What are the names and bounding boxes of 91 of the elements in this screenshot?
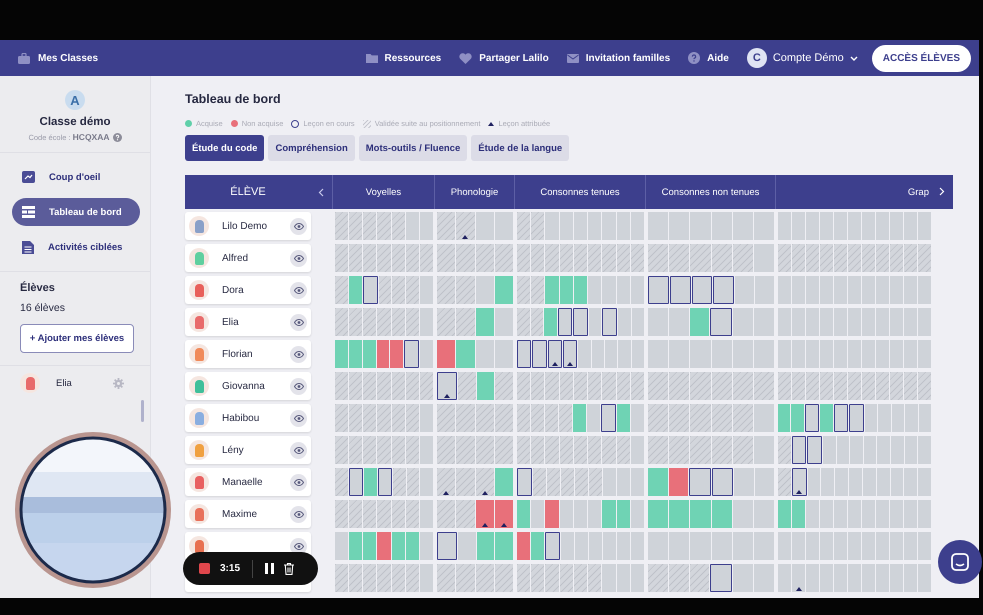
mail-icon	[566, 54, 579, 62]
my-classes-link[interactable]: Mes Classes	[18, 52, 98, 64]
pause-icon[interactable]	[265, 563, 274, 574]
view-icon[interactable]	[290, 442, 307, 458]
heart-icon	[459, 52, 472, 64]
legend-icon	[230, 120, 238, 127]
student-avatar	[189, 312, 209, 332]
tab[interactable]: Mots-outils / Fluence	[358, 135, 468, 161]
student-avatar	[189, 344, 209, 364]
caret-icon	[850, 56, 858, 60]
legend-icon	[291, 120, 300, 128]
student-avatar	[189, 504, 209, 524]
next-icon[interactable]	[939, 187, 945, 196]
chat-icon	[951, 553, 969, 571]
add-students-button[interactable]: + Ajouter mes élèves	[20, 324, 134, 353]
document-icon	[22, 240, 34, 254]
sidebar-item[interactable]: Tableau de bord	[12, 198, 140, 226]
tab[interactable]: Étude du code	[185, 135, 264, 161]
nav-link[interactable]: Aide	[688, 52, 729, 64]
chart-icon	[22, 171, 35, 183]
dashboard-icon	[22, 206, 35, 218]
nav-link[interactable]: Ressources	[366, 52, 442, 64]
student-card[interactable]: Lény	[185, 436, 311, 464]
student-card[interactable]: Lilo Demo	[185, 212, 311, 240]
class-name: Classe démo	[40, 116, 110, 128]
view-icon[interactable]	[290, 282, 307, 298]
student-avatar	[189, 440, 209, 460]
view-icon[interactable]	[290, 474, 307, 490]
student-card[interactable]: Manaelle	[185, 468, 311, 496]
trash-icon[interactable]	[284, 562, 294, 574]
nav-link[interactable]: Invitation familles	[566, 52, 670, 64]
student-name[interactable]: Elia	[56, 378, 97, 388]
student-card[interactable]: Dora	[185, 276, 311, 304]
students-heading: Élèves	[20, 282, 56, 294]
column-header: Voyelles	[332, 175, 434, 209]
view-icon[interactable]	[290, 218, 307, 234]
student-card[interactable]: Florian	[185, 340, 311, 368]
column-header: Consonnes non tenues	[645, 175, 775, 209]
student-avatar	[189, 248, 209, 268]
student-avatar	[189, 280, 209, 300]
student-avatar	[189, 472, 209, 492]
legend-icon	[185, 120, 192, 127]
class-logo: A	[65, 90, 85, 110]
recording-time: 3:15	[220, 563, 240, 574]
student-card[interactable]: Maxime	[185, 500, 311, 528]
student-card[interactable]: Elia	[185, 308, 311, 336]
sidebar-item[interactable]: Activités ciblées	[12, 233, 140, 261]
student-name: Lény	[222, 444, 245, 456]
student-card[interactable]: Alfred	[185, 244, 311, 272]
legend-icon	[488, 122, 494, 126]
student-avatar	[189, 216, 209, 236]
student-avatar	[189, 376, 209, 396]
student-name: Florian	[222, 348, 254, 360]
student-avatar	[20, 373, 40, 393]
view-icon[interactable]	[290, 410, 307, 426]
student-name: Habibou	[222, 412, 260, 424]
column-header: Phonologie	[434, 175, 514, 209]
student-name: Dora	[222, 284, 245, 296]
student-card[interactable]: Giovanna	[185, 372, 311, 400]
column-header: Consonnes tenues	[514, 175, 645, 209]
help-icon	[688, 52, 700, 64]
column-header: Grap	[775, 175, 953, 209]
nav-link[interactable]: Partager Lalilo	[459, 52, 549, 64]
student-access-button[interactable]: ACCÈS ÉLÈVES	[872, 44, 971, 72]
student-avatar	[189, 408, 209, 428]
tab[interactable]: Compréhension	[268, 135, 355, 161]
view-icon[interactable]	[290, 506, 307, 522]
settings-icon[interactable]	[113, 378, 124, 388]
view-icon[interactable]	[290, 346, 307, 362]
folder-icon	[366, 53, 378, 63]
view-icon[interactable]	[290, 314, 307, 330]
sidebar-item[interactable]: Coup d'oeil	[12, 163, 140, 191]
stop-icon[interactable]	[199, 563, 210, 574]
account-menu[interactable]: C Compte Démo	[746, 48, 858, 68]
student-card[interactable]: Habibou	[185, 404, 311, 432]
legend-icon	[362, 120, 371, 128]
help-icon[interactable]	[112, 132, 122, 142]
student-name: Maxime	[222, 508, 258, 520]
student-count: 16 élèves	[20, 302, 66, 314]
view-icon[interactable]	[290, 250, 307, 266]
student-name: Elia	[222, 316, 240, 328]
student-name: Lilo Demo	[222, 220, 268, 232]
student-name: Manaelle	[222, 476, 264, 488]
student-name: Giovanna	[222, 380, 266, 392]
view-icon[interactable]	[290, 378, 307, 394]
column-header: ÉLÈVE	[229, 186, 267, 198]
briefcase-icon	[18, 52, 30, 64]
previous-icon[interactable]	[318, 188, 324, 196]
page-title: Tableau de bord	[185, 92, 282, 106]
tab[interactable]: Étude de la langue	[471, 135, 570, 161]
student-name: Alfred	[222, 252, 250, 264]
